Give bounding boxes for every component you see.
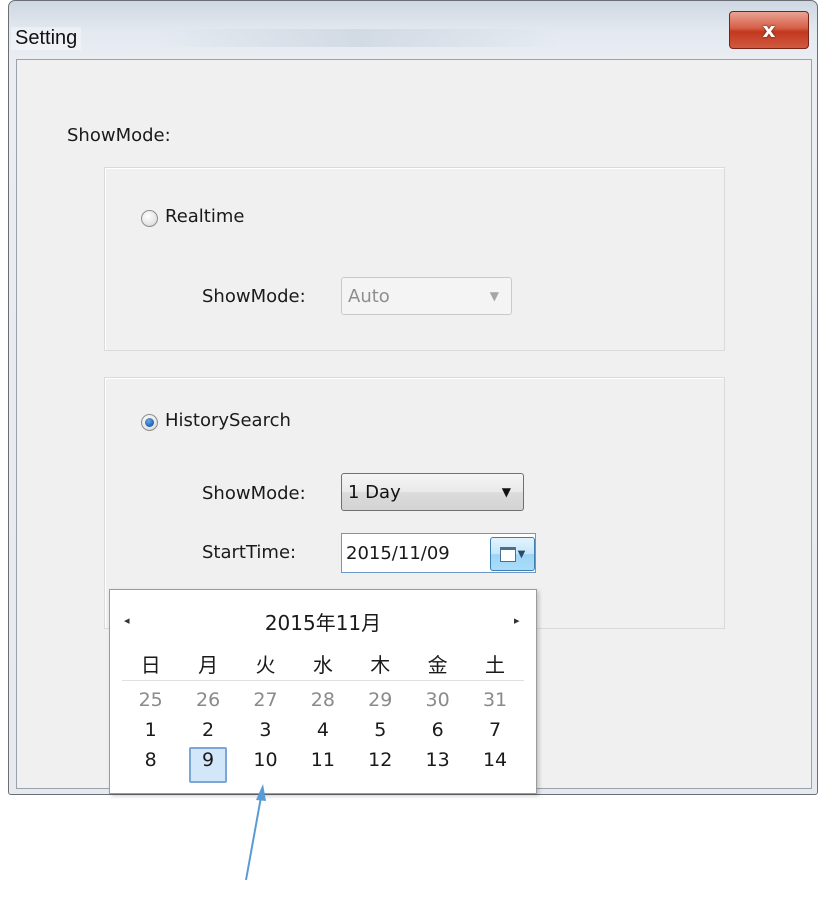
arrow-shaft xyxy=(245,796,262,881)
annotation-arrow xyxy=(245,784,266,881)
arrow-head-icon xyxy=(256,784,266,801)
